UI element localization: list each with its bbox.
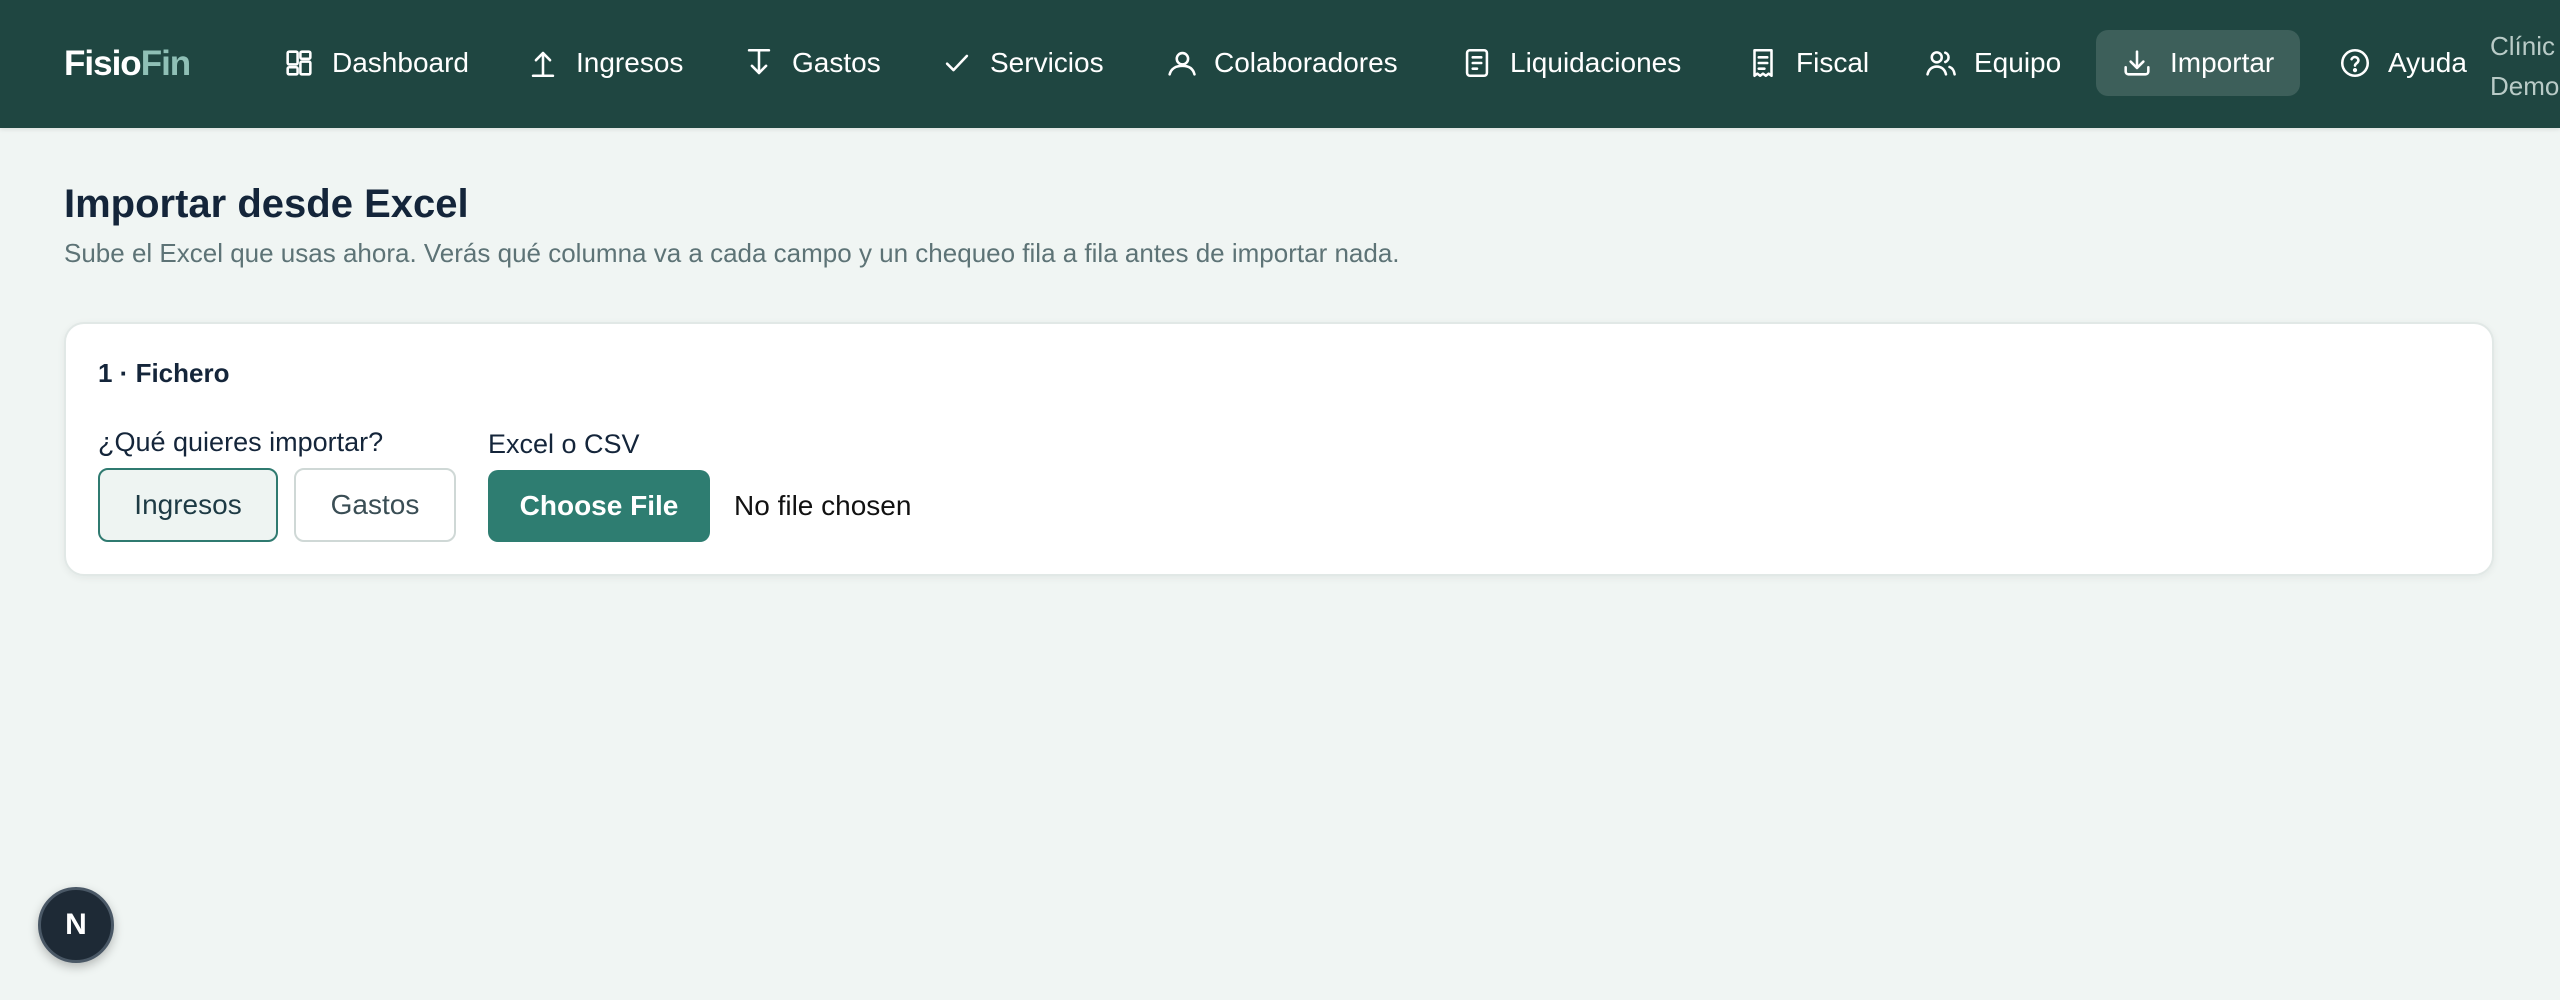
nav-label-servicios: Servicios <box>990 47 1104 78</box>
nav-label-dashboard: Dashboard <box>332 47 469 78</box>
import-type-gastos-button[interactable]: Gastos <box>294 468 456 542</box>
arrow-up-icon <box>531 51 555 78</box>
file-status-text: No file chosen <box>734 490 912 521</box>
nav-label-liquidaciones: Liquidaciones <box>1510 47 1682 78</box>
user-icon <box>1168 51 1196 76</box>
nav-label-ingresos: Ingresos <box>576 47 684 78</box>
dashboard-grid-icon <box>286 50 312 76</box>
check-icon <box>945 54 969 72</box>
download-icon <box>2124 50 2150 76</box>
arrow-down-icon <box>747 48 771 75</box>
card-title: 1 · Fichero <box>98 358 230 388</box>
page-subtitle: Sube el Excel que usas ahora. Verás qué … <box>64 238 1400 268</box>
import-type-label: ¿Qué quieres importar? <box>98 427 384 457</box>
logo-part-fin: Fin <box>140 44 191 83</box>
nav-label-importar: Importar <box>2170 47 2275 78</box>
nav-item-gastos[interactable]: Gastos <box>742 30 881 96</box>
file-input-label: Excel o CSV <box>488 429 640 459</box>
nav-item-ingresos[interactable]: Ingresos <box>526 30 683 96</box>
clinic-selector[interactable]: Clínic Demo <box>2490 26 2559 106</box>
file-upload-card: 1 · Fichero ¿Qué quieres importar? Ingre… <box>64 322 2494 576</box>
nav-item-colaboradores[interactable]: Colaboradores <box>1164 30 1398 96</box>
nav-label-ayuda: Ayuda <box>2388 47 2467 78</box>
document-icon <box>1465 48 1489 78</box>
devtools-badge-letter: N <box>65 908 87 941</box>
nav-item-dashboard[interactable]: Dashboard <box>282 30 469 96</box>
nav-item-servicios[interactable]: Servicios <box>940 30 1104 96</box>
nav-label-fiscal: Fiscal <box>1796 47 1870 78</box>
clinic-name-line2: Demo <box>2490 71 2560 101</box>
nav-label-gastos: Gastos <box>792 47 881 78</box>
users-icon <box>1926 51 1956 76</box>
clinic-name-line1: Clínic <box>2490 31 2556 61</box>
top-navigation-bar: FisioFin Dashboard Ingresos Gastos Servi… <box>0 0 2560 128</box>
receipt-icon <box>1753 48 1773 78</box>
help-circle-icon <box>2340 48 2370 78</box>
choose-file-button[interactable]: Choose File <box>488 470 710 542</box>
nav-label-colaboradores: Colaboradores <box>1214 47 1398 78</box>
devtools-toggle-button[interactable]: N <box>38 887 114 963</box>
logo-part-fisio: Fisio <box>64 44 142 83</box>
nav-item-ayuda[interactable]: Ayuda <box>2338 30 2467 96</box>
nav-item-equipo[interactable]: Equipo <box>1924 30 2061 96</box>
page-title: Importar desde Excel <box>64 182 469 226</box>
import-type-ingresos-button[interactable]: Ingresos <box>98 468 278 542</box>
nav-item-importar[interactable]: Importar <box>2096 30 2301 96</box>
nav-label-equipo: Equipo <box>1974 47 2062 78</box>
nav-item-fiscal[interactable]: Fiscal <box>1746 30 1869 96</box>
nav-item-liquidaciones[interactable]: Liquidaciones <box>1460 30 1681 96</box>
app-logo[interactable]: FisioFin <box>64 40 191 88</box>
